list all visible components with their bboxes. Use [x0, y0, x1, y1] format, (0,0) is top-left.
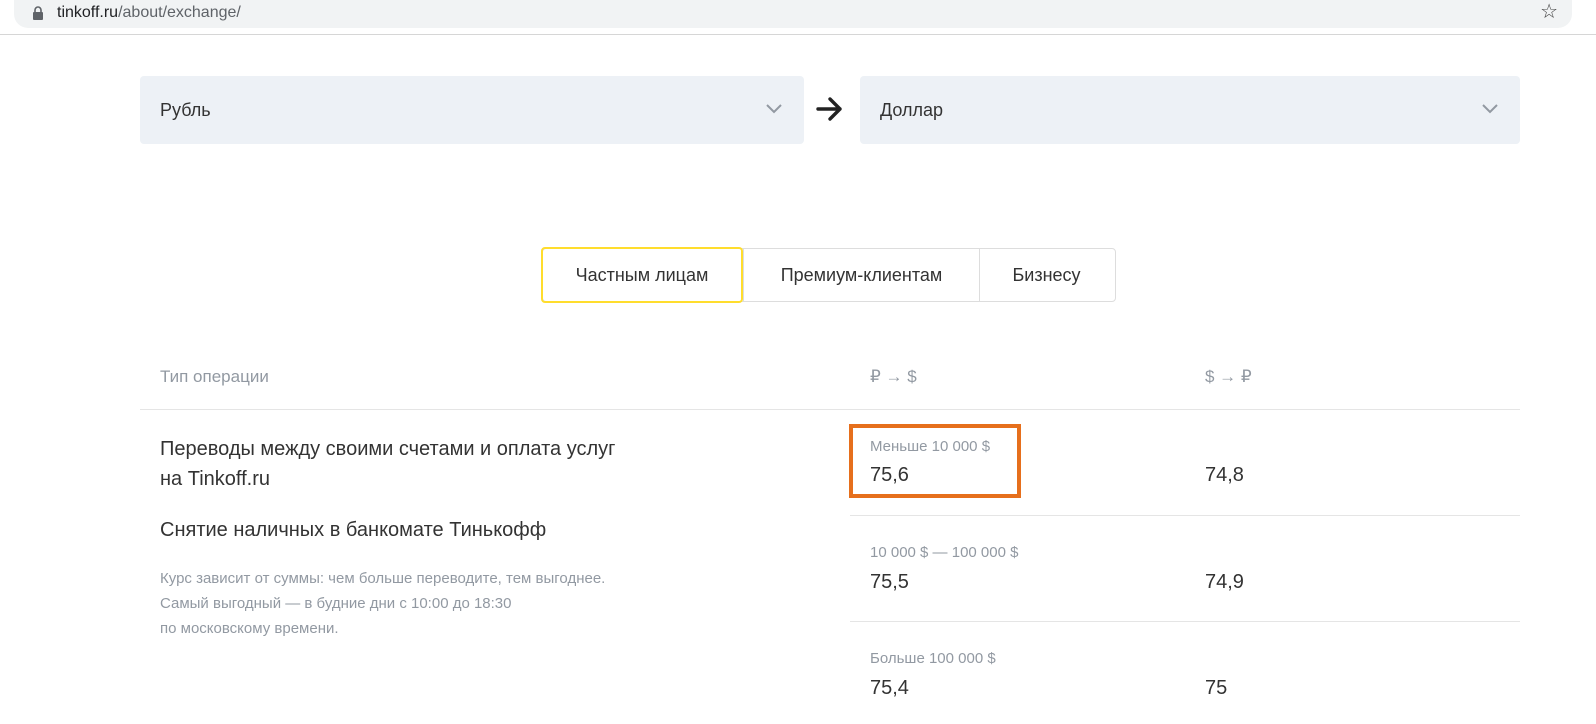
header-rub-to-usd: ₽ → $ [870, 367, 917, 386]
to-currency-select[interactable]: Доллар [860, 76, 1520, 144]
operation-atm-withdrawal: Снятие наличных в банкомате Тинькофф [160, 519, 547, 541]
rate-buy: 75,5 [870, 571, 909, 593]
header-usd-to-rub: $ → ₽ [1205, 367, 1252, 386]
from-currency-select[interactable]: Рубль [140, 76, 804, 144]
rate-sell: 75 [1205, 677, 1228, 699]
tier-label: Больше 100 000 $ [870, 650, 996, 667]
from-currency-value: Рубль [160, 100, 211, 120]
chevron-down-icon [1482, 104, 1498, 114]
url-text[interactable]: tinkoff.ru/about/exchange/ [57, 3, 241, 23]
to-currency-value: Доллар [880, 100, 944, 120]
tab-business[interactable]: Бизнесу [979, 249, 1113, 301]
client-type-tabs: Частным лицам Премиум-клиентам Бизнесу [541, 247, 1116, 303]
lock-icon [33, 6, 43, 20]
arrow-right-icon [816, 97, 842, 121]
rate-note-line: Самый выгодный — в будние дни с 10:00 до… [160, 595, 512, 612]
url-host: tinkoff.ru [57, 4, 119, 21]
browser-divider [0, 34, 1596, 35]
header-divider [140, 409, 1520, 410]
tab-private[interactable]: Частным лицам [541, 247, 743, 303]
rate-sell: 74,8 [1205, 464, 1244, 486]
rate-buy: 75,4 [870, 677, 909, 699]
operation-transfers: Переводы между своими счетами и оплата у… [160, 438, 616, 490]
address-bar[interactable]: tinkoff.ru/about/exchange/ ☆ [14, 0, 1572, 28]
rate-sell: 74,9 [1205, 571, 1244, 593]
header-operation-type: Тип операции [160, 367, 269, 386]
row-divider [850, 621, 1520, 622]
rate-note: Курс зависит от суммы: чем больше перево… [160, 566, 680, 641]
rate-note-line: по московскому времени. [160, 620, 339, 637]
tier-label: 10 000 $ — 100 000 $ [870, 544, 1019, 561]
rate-note-line: Курс зависит от суммы: чем больше перево… [160, 570, 606, 587]
highlight-box [849, 424, 1021, 498]
tab-premium[interactable]: Премиум-клиентам [743, 249, 979, 301]
url-path: /about/exchange/ [118, 4, 241, 21]
chevron-down-icon [766, 104, 782, 114]
bookmark-star-icon[interactable]: ☆ [1540, 1, 1558, 23]
row-divider [850, 515, 1520, 516]
